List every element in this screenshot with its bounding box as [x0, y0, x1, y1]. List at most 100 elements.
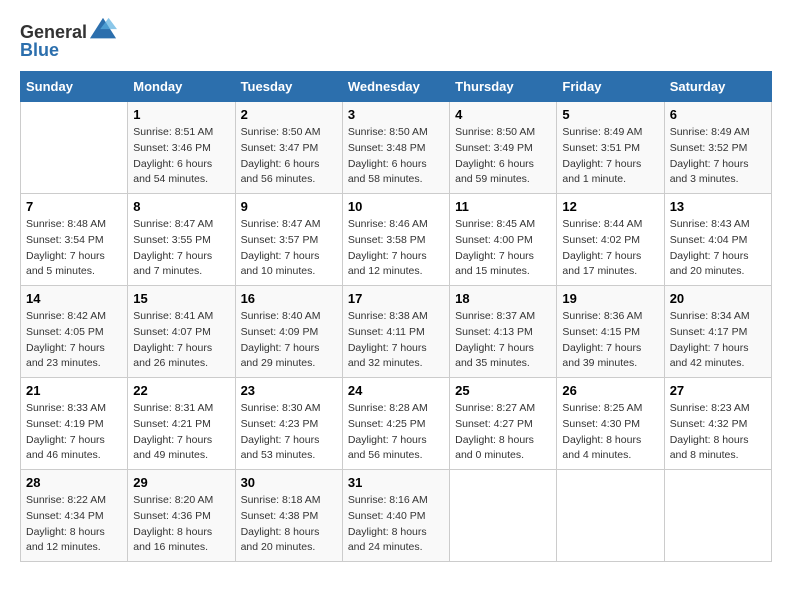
day-info: Sunrise: 8:51 AMSunset: 3:46 PMDaylight:…	[133, 125, 229, 188]
day-of-week-header: Friday	[557, 72, 664, 102]
calendar-cell	[557, 470, 664, 562]
calendar-cell: 5 Sunrise: 8:49 AMSunset: 3:51 PMDaylight…	[557, 102, 664, 194]
day-info: Sunrise: 8:23 AMSunset: 4:32 PMDaylight:…	[670, 401, 766, 464]
day-number: 14	[26, 291, 122, 306]
day-number: 30	[241, 475, 337, 490]
day-of-week-header: Thursday	[450, 72, 557, 102]
calendar-cell: 13Sunrise: 8:43 AMSunset: 4:04 PMDayligh…	[664, 194, 771, 286]
day-info: Sunrise: 8:45 AMSunset: 4:00 PMDaylight:…	[455, 217, 551, 280]
day-info: Sunrise: 8:20 AMSunset: 4:36 PMDaylight:…	[133, 493, 229, 556]
day-info: Sunrise: 8:31 AMSunset: 4:21 PMDaylight:…	[133, 401, 229, 464]
day-info: Sunrise: 8:16 AMSunset: 4:40 PMDaylight:…	[348, 493, 444, 556]
calendar-week-row: 28 Sunrise: 8:22 AMSunset: 4:34 PMDayligh…	[21, 470, 772, 562]
calendar-table: SundayMondayTuesdayWednesdayThursdayFrid…	[20, 71, 772, 562]
logo-icon	[89, 16, 117, 44]
calendar-week-row: 7 Sunrise: 8:48 AMSunset: 3:54 PMDaylight…	[21, 194, 772, 286]
calendar-cell: 28 Sunrise: 8:22 AMSunset: 4:34 PMDayligh…	[21, 470, 128, 562]
day-info: Sunrise: 8:50 AMSunset: 3:48 PMDaylight:…	[348, 125, 444, 188]
day-number: 17	[348, 291, 444, 306]
day-number: 10	[348, 199, 444, 214]
calendar-cell: 20 Sunrise: 8:34 AMSunset: 4:17 PMDayligh…	[664, 286, 771, 378]
calendar-cell: 8Sunrise: 8:47 AMSunset: 3:55 PMDaylight…	[128, 194, 235, 286]
calendar-cell: 30 Sunrise: 8:18 AMSunset: 4:38 PMDayligh…	[235, 470, 342, 562]
day-info: Sunrise: 8:50 AMSunset: 3:49 PMDaylight:…	[455, 125, 551, 188]
day-number: 12	[562, 199, 658, 214]
day-number: 7	[26, 199, 122, 214]
calendar-cell: 3 Sunrise: 8:50 AMSunset: 3:48 PMDaylight…	[342, 102, 449, 194]
day-number: 2	[241, 107, 337, 122]
day-number: 18	[455, 291, 551, 306]
day-number: 3	[348, 107, 444, 122]
day-of-week-header: Monday	[128, 72, 235, 102]
day-number: 31	[348, 475, 444, 490]
calendar-cell: 11 Sunrise: 8:45 AMSunset: 4:00 PMDayligh…	[450, 194, 557, 286]
day-info: Sunrise: 8:28 AMSunset: 4:25 PMDaylight:…	[348, 401, 444, 464]
calendar-cell: 24 Sunrise: 8:28 AMSunset: 4:25 PMDayligh…	[342, 378, 449, 470]
calendar-cell: 9Sunrise: 8:47 AMSunset: 3:57 PMDaylight…	[235, 194, 342, 286]
day-info: Sunrise: 8:49 AMSunset: 3:52 PMDaylight:…	[670, 125, 766, 188]
calendar-cell: 4 Sunrise: 8:50 AMSunset: 3:49 PMDaylight…	[450, 102, 557, 194]
day-info: Sunrise: 8:44 AMSunset: 4:02 PMDaylight:…	[562, 217, 658, 280]
day-info: Sunrise: 8:43 AMSunset: 4:04 PMDaylight:…	[670, 217, 766, 280]
day-number: 8	[133, 199, 229, 214]
days-of-week-row: SundayMondayTuesdayWednesdayThursdayFrid…	[21, 72, 772, 102]
calendar-cell	[21, 102, 128, 194]
calendar-cell	[664, 470, 771, 562]
day-number: 28	[26, 475, 122, 490]
calendar-cell: 19Sunrise: 8:36 AMSunset: 4:15 PMDayligh…	[557, 286, 664, 378]
day-number: 4	[455, 107, 551, 122]
day-number: 22	[133, 383, 229, 398]
calendar-cell	[450, 470, 557, 562]
page-header: General Blue	[20, 20, 772, 61]
day-info: Sunrise: 8:18 AMSunset: 4:38 PMDaylight:…	[241, 493, 337, 556]
calendar-cell: 23Sunrise: 8:30 AMSunset: 4:23 PMDayligh…	[235, 378, 342, 470]
logo-blue: Blue	[20, 40, 59, 61]
day-info: Sunrise: 8:46 AMSunset: 3:58 PMDaylight:…	[348, 217, 444, 280]
calendar-week-row: 14Sunrise: 8:42 AMSunset: 4:05 PMDayligh…	[21, 286, 772, 378]
day-of-week-header: Saturday	[664, 72, 771, 102]
day-info: Sunrise: 8:36 AMSunset: 4:15 PMDaylight:…	[562, 309, 658, 372]
calendar-cell: 16 Sunrise: 8:40 AMSunset: 4:09 PMDayligh…	[235, 286, 342, 378]
calendar-cell: 1Sunrise: 8:51 AMSunset: 3:46 PMDaylight…	[128, 102, 235, 194]
day-number: 15	[133, 291, 229, 306]
calendar-week-row: 21 Sunrise: 8:33 AMSunset: 4:19 PMDayligh…	[21, 378, 772, 470]
day-number: 20	[670, 291, 766, 306]
calendar-week-row: 1Sunrise: 8:51 AMSunset: 3:46 PMDaylight…	[21, 102, 772, 194]
day-info: Sunrise: 8:33 AMSunset: 4:19 PMDaylight:…	[26, 401, 122, 464]
day-info: Sunrise: 8:34 AMSunset: 4:17 PMDaylight:…	[670, 309, 766, 372]
day-info: Sunrise: 8:47 AMSunset: 3:57 PMDaylight:…	[241, 217, 337, 280]
day-of-week-header: Wednesday	[342, 72, 449, 102]
calendar-cell: 2 Sunrise: 8:50 AMSunset: 3:47 PMDaylight…	[235, 102, 342, 194]
calendar-cell: 26Sunrise: 8:25 AMSunset: 4:30 PMDayligh…	[557, 378, 664, 470]
logo: General Blue	[20, 20, 117, 61]
calendar-cell: 17 Sunrise: 8:38 AMSunset: 4:11 PMDayligh…	[342, 286, 449, 378]
calendar-cell: 25 Sunrise: 8:27 AMSunset: 4:27 PMDayligh…	[450, 378, 557, 470]
day-info: Sunrise: 8:37 AMSunset: 4:13 PMDaylight:…	[455, 309, 551, 372]
day-number: 5	[562, 107, 658, 122]
calendar-cell: 18 Sunrise: 8:37 AMSunset: 4:13 PMDayligh…	[450, 286, 557, 378]
day-info: Sunrise: 8:38 AMSunset: 4:11 PMDaylight:…	[348, 309, 444, 372]
calendar-cell: 14Sunrise: 8:42 AMSunset: 4:05 PMDayligh…	[21, 286, 128, 378]
calendar-cell: 7 Sunrise: 8:48 AMSunset: 3:54 PMDaylight…	[21, 194, 128, 286]
calendar-cell: 27 Sunrise: 8:23 AMSunset: 4:32 PMDayligh…	[664, 378, 771, 470]
calendar-cell: 6 Sunrise: 8:49 AMSunset: 3:52 PMDaylight…	[664, 102, 771, 194]
day-number: 6	[670, 107, 766, 122]
day-number: 16	[241, 291, 337, 306]
day-info: Sunrise: 8:27 AMSunset: 4:27 PMDaylight:…	[455, 401, 551, 464]
day-info: Sunrise: 8:50 AMSunset: 3:47 PMDaylight:…	[241, 125, 337, 188]
day-number: 27	[670, 383, 766, 398]
day-number: 11	[455, 199, 551, 214]
day-number: 25	[455, 383, 551, 398]
day-number: 29	[133, 475, 229, 490]
day-info: Sunrise: 8:22 AMSunset: 4:34 PMDaylight:…	[26, 493, 122, 556]
day-info: Sunrise: 8:30 AMSunset: 4:23 PMDaylight:…	[241, 401, 337, 464]
day-of-week-header: Tuesday	[235, 72, 342, 102]
day-info: Sunrise: 8:49 AMSunset: 3:51 PMDaylight:…	[562, 125, 658, 188]
day-number: 21	[26, 383, 122, 398]
day-number: 24	[348, 383, 444, 398]
calendar-cell: 22 Sunrise: 8:31 AMSunset: 4:21 PMDayligh…	[128, 378, 235, 470]
day-info: Sunrise: 8:40 AMSunset: 4:09 PMDaylight:…	[241, 309, 337, 372]
day-info: Sunrise: 8:48 AMSunset: 3:54 PMDaylight:…	[26, 217, 122, 280]
calendar-cell: 31 Sunrise: 8:16 AMSunset: 4:40 PMDayligh…	[342, 470, 449, 562]
calendar-cell: 10 Sunrise: 8:46 AMSunset: 3:58 PMDayligh…	[342, 194, 449, 286]
